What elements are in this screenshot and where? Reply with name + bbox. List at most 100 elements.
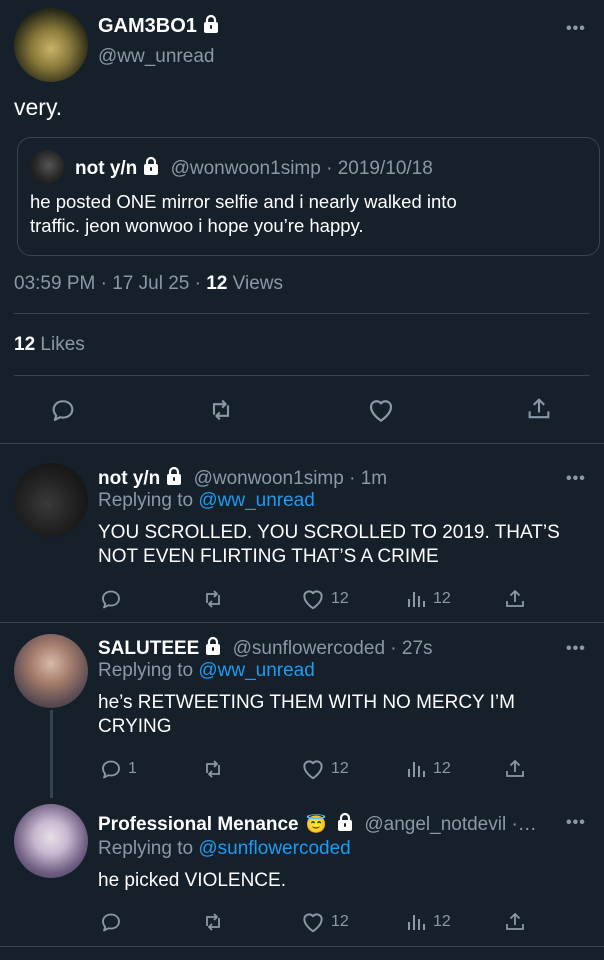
- more-options-icon[interactable]: •••: [566, 470, 586, 488]
- like-button[interactable]: 12: [300, 756, 349, 782]
- share-icon: [503, 587, 527, 611]
- views-icon: [404, 910, 428, 934]
- heart-icon: [300, 586, 326, 612]
- retweet-button[interactable]: [201, 910, 225, 934]
- view-count: 12: [433, 590, 451, 607]
- replying-prefix: Replying to: [98, 838, 199, 859]
- timestamp: · 27s: [390, 638, 433, 659]
- display-name[interactable]: not y/n: [98, 468, 160, 489]
- avatar: [30, 150, 64, 184]
- share-icon: [503, 757, 527, 781]
- display-name[interactable]: GAM3BO1: [98, 15, 197, 37]
- view-count: 12: [433, 760, 451, 777]
- reply-button[interactable]: [99, 910, 128, 934]
- reply-button[interactable]: [99, 587, 128, 611]
- angel-emoji-icon: 😇: [305, 815, 328, 834]
- share-icon: [503, 910, 527, 934]
- handle[interactable]: @sunflowercoded: [233, 638, 385, 659]
- view-count: 12: [433, 913, 451, 930]
- tweet-meta: 03:59 PM · 17 Jul 25 · 12 Views: [14, 273, 283, 295]
- replying-to: Replying to @ww_unread: [98, 490, 315, 512]
- avatar[interactable]: [14, 8, 88, 82]
- reply-text-line: YOU SCROLLED. YOU SCROLLED TO 2019. THAT…: [98, 522, 560, 543]
- quoted-text-line: he posted ONE mirror selfie and i nearly…: [30, 191, 457, 212]
- quoted-tweet-card[interactable]: not y/n @wonwoon1simp · 2019/10/18 he po…: [17, 137, 600, 256]
- divider: [14, 313, 590, 314]
- replying-to-link[interactable]: @ww_unread: [198, 660, 314, 681]
- retweet-icon: [201, 587, 225, 611]
- retweet-icon: [201, 910, 225, 934]
- reply-text-line: he’s RETWEETING THEM WITH NO MERCY I’M: [98, 692, 515, 713]
- timestamp: 03:59 PM · 17 Jul 25 ·: [14, 273, 207, 294]
- share-button[interactable]: [503, 757, 527, 781]
- lock-icon: [203, 636, 223, 656]
- retweet-button[interactable]: [207, 396, 235, 424]
- retweet-button[interactable]: [201, 587, 225, 611]
- heart-icon: [300, 909, 326, 935]
- divider: [14, 375, 590, 376]
- reply-text-line: NOT EVEN FLIRTING THAT’S A CRIME: [98, 546, 439, 567]
- share-button[interactable]: [503, 910, 527, 934]
- like-button[interactable]: [366, 395, 396, 425]
- quoted-date: · 2019/10/18: [326, 158, 433, 179]
- divider: [0, 443, 604, 444]
- share-button[interactable]: [525, 395, 553, 423]
- replying-prefix: Replying to: [98, 490, 199, 511]
- share-icon: [525, 395, 553, 423]
- avatar[interactable]: [14, 463, 88, 537]
- quoted-handle: @wonwoon1simp: [170, 158, 321, 179]
- lock-icon: [335, 812, 355, 832]
- views-icon: [404, 757, 428, 781]
- reply-text: YOU SCROLLED. YOU SCROLLED TO 2019. THAT…: [98, 521, 560, 569]
- display-name[interactable]: Professional Menance: [98, 814, 299, 835]
- share-button[interactable]: [503, 587, 527, 611]
- display-name[interactable]: SALUTEEE: [98, 638, 199, 659]
- likes-stat[interactable]: 12 Likes: [14, 334, 85, 356]
- tweet-text: very.: [14, 94, 63, 120]
- views-button[interactable]: 12: [404, 757, 451, 781]
- views-icon: [404, 587, 428, 611]
- views-label: Views: [227, 273, 283, 294]
- handle[interactable]: @ww_unread: [98, 46, 214, 68]
- more-options-icon[interactable]: •••: [566, 20, 586, 38]
- reply-text-line: CRYING: [98, 716, 172, 737]
- handle[interactable]: @angel_notdevil ·…: [364, 814, 536, 835]
- reply-icon: [99, 910, 123, 934]
- lock-icon: [164, 466, 184, 486]
- lock-icon: [201, 14, 221, 34]
- reply-button[interactable]: [49, 396, 77, 424]
- heart-icon: [300, 756, 326, 782]
- like-count: 12: [331, 760, 349, 777]
- reply-button[interactable]: 1: [99, 757, 137, 781]
- replying-to-link[interactable]: @sunflowercoded: [198, 838, 350, 859]
- lock-icon: [141, 156, 161, 176]
- views-button[interactable]: 12: [404, 910, 451, 934]
- replying-to-link[interactable]: @ww_unread: [198, 490, 314, 511]
- timestamp: · 1m: [349, 468, 388, 489]
- divider: [0, 946, 604, 947]
- avatar[interactable]: [14, 634, 88, 708]
- retweet-icon: [207, 396, 235, 424]
- like-button[interactable]: 12: [300, 586, 349, 612]
- author-header[interactable]: GAM3BO1: [98, 14, 221, 38]
- more-options-icon[interactable]: •••: [566, 640, 586, 658]
- more-options-icon[interactable]: •••: [566, 814, 586, 832]
- thread-line: [50, 710, 53, 798]
- reply-header: Professional Menance 😇 @angel_notdevil ·…: [98, 812, 537, 836]
- reply-icon: [99, 757, 123, 781]
- reply-text: he’s RETWEETING THEM WITH NO MERCY I’M C…: [98, 691, 515, 739]
- avatar[interactable]: [14, 804, 88, 878]
- reply-icon: [49, 396, 77, 424]
- likes-label: Likes: [35, 334, 85, 355]
- reply-header: not y/n @wonwoon1simp · 1m: [98, 466, 387, 490]
- retweet-icon: [201, 757, 225, 781]
- like-button[interactable]: 12: [300, 909, 349, 935]
- reply-icon: [99, 587, 123, 611]
- views-button[interactable]: 12: [404, 587, 451, 611]
- retweet-button[interactable]: [201, 757, 225, 781]
- reply-text: he picked VIOLENCE.: [98, 870, 286, 892]
- replying-prefix: Replying to: [98, 660, 199, 681]
- reply-header: SALUTEEE @sunflowercoded · 27s: [98, 636, 433, 660]
- reply-text-line: he picked VIOLENCE.: [98, 870, 286, 891]
- handle[interactable]: @wonwoon1simp: [194, 468, 344, 489]
